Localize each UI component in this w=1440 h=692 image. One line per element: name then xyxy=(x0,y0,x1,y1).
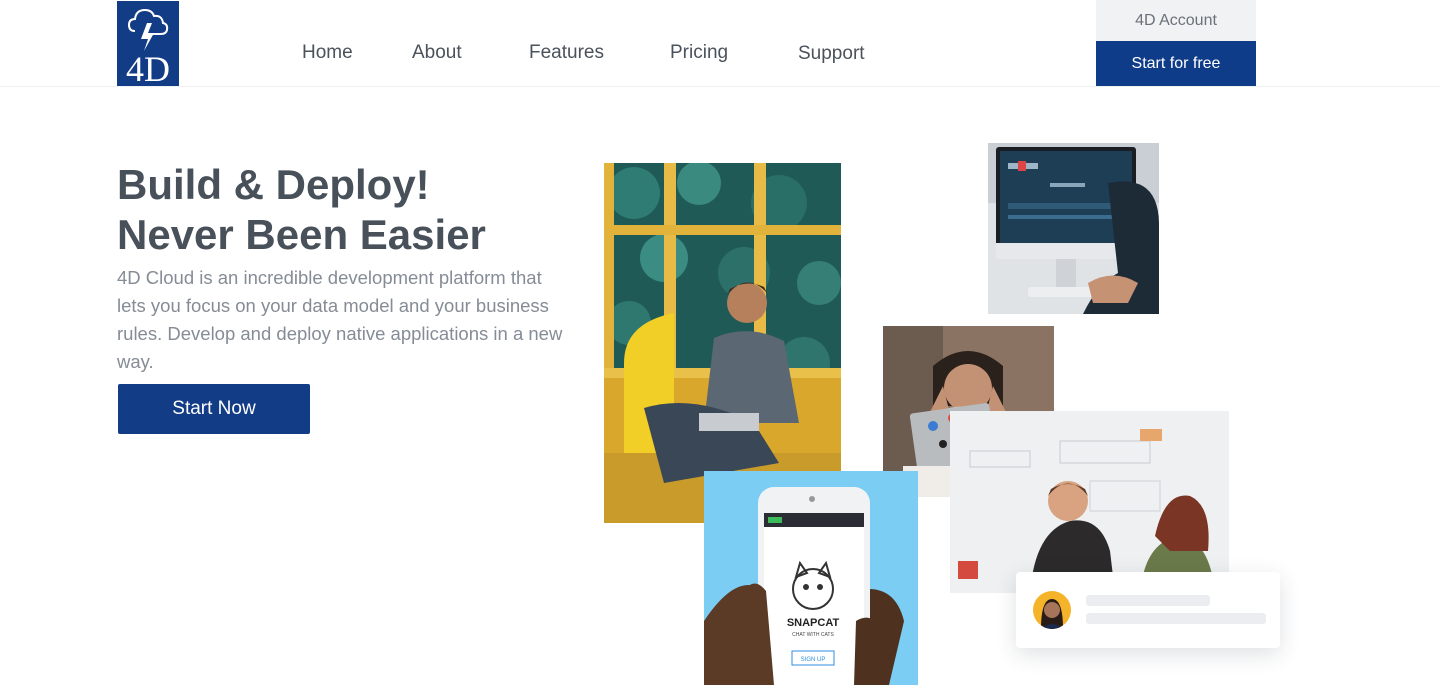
site-header: 4D Home About Features Pricing Support 4… xyxy=(0,0,1440,87)
photo-phone-app: SNAPCAT CHAT WITH CATS SIGN UP xyxy=(704,471,918,685)
cloud-lightning-icon: 4D xyxy=(126,8,170,86)
nav-support[interactable]: Support xyxy=(798,43,865,65)
start-now-button[interactable]: Start Now xyxy=(118,384,310,434)
nav-pricing[interactable]: Pricing xyxy=(670,42,728,64)
phone-app-tagline: CHAT WITH CATS xyxy=(792,632,834,638)
phone-signup-button: SIGN UP xyxy=(801,657,826,663)
4d-logo[interactable]: 4D xyxy=(117,1,179,86)
phone-app-name: SNAPCAT xyxy=(787,617,840,629)
start-for-free-button[interactable]: Start for free xyxy=(1096,41,1256,86)
chat-preview-card xyxy=(1016,572,1280,648)
placeholder-line xyxy=(1086,595,1210,606)
hero-title-line-2: Never Been Easier xyxy=(117,211,486,258)
hero-description: 4D Cloud is an incredible development pl… xyxy=(117,267,563,372)
nav-home[interactable]: Home xyxy=(302,42,353,64)
avatar xyxy=(1033,591,1071,629)
nav-about[interactable]: About xyxy=(412,42,462,64)
hero-title: Build & Deploy! Never Been Easier xyxy=(117,160,577,260)
photo-whiteboard-team xyxy=(950,411,1229,593)
hero-title-line-1: Build & Deploy! xyxy=(117,161,430,208)
logo-text: 4D xyxy=(126,49,170,86)
placeholder-line xyxy=(1086,613,1266,624)
photo-imac-desk xyxy=(988,143,1159,314)
photo-office-lounge xyxy=(604,163,841,523)
account-button[interactable]: 4D Account xyxy=(1096,0,1256,41)
nav-features[interactable]: Features xyxy=(529,42,604,64)
